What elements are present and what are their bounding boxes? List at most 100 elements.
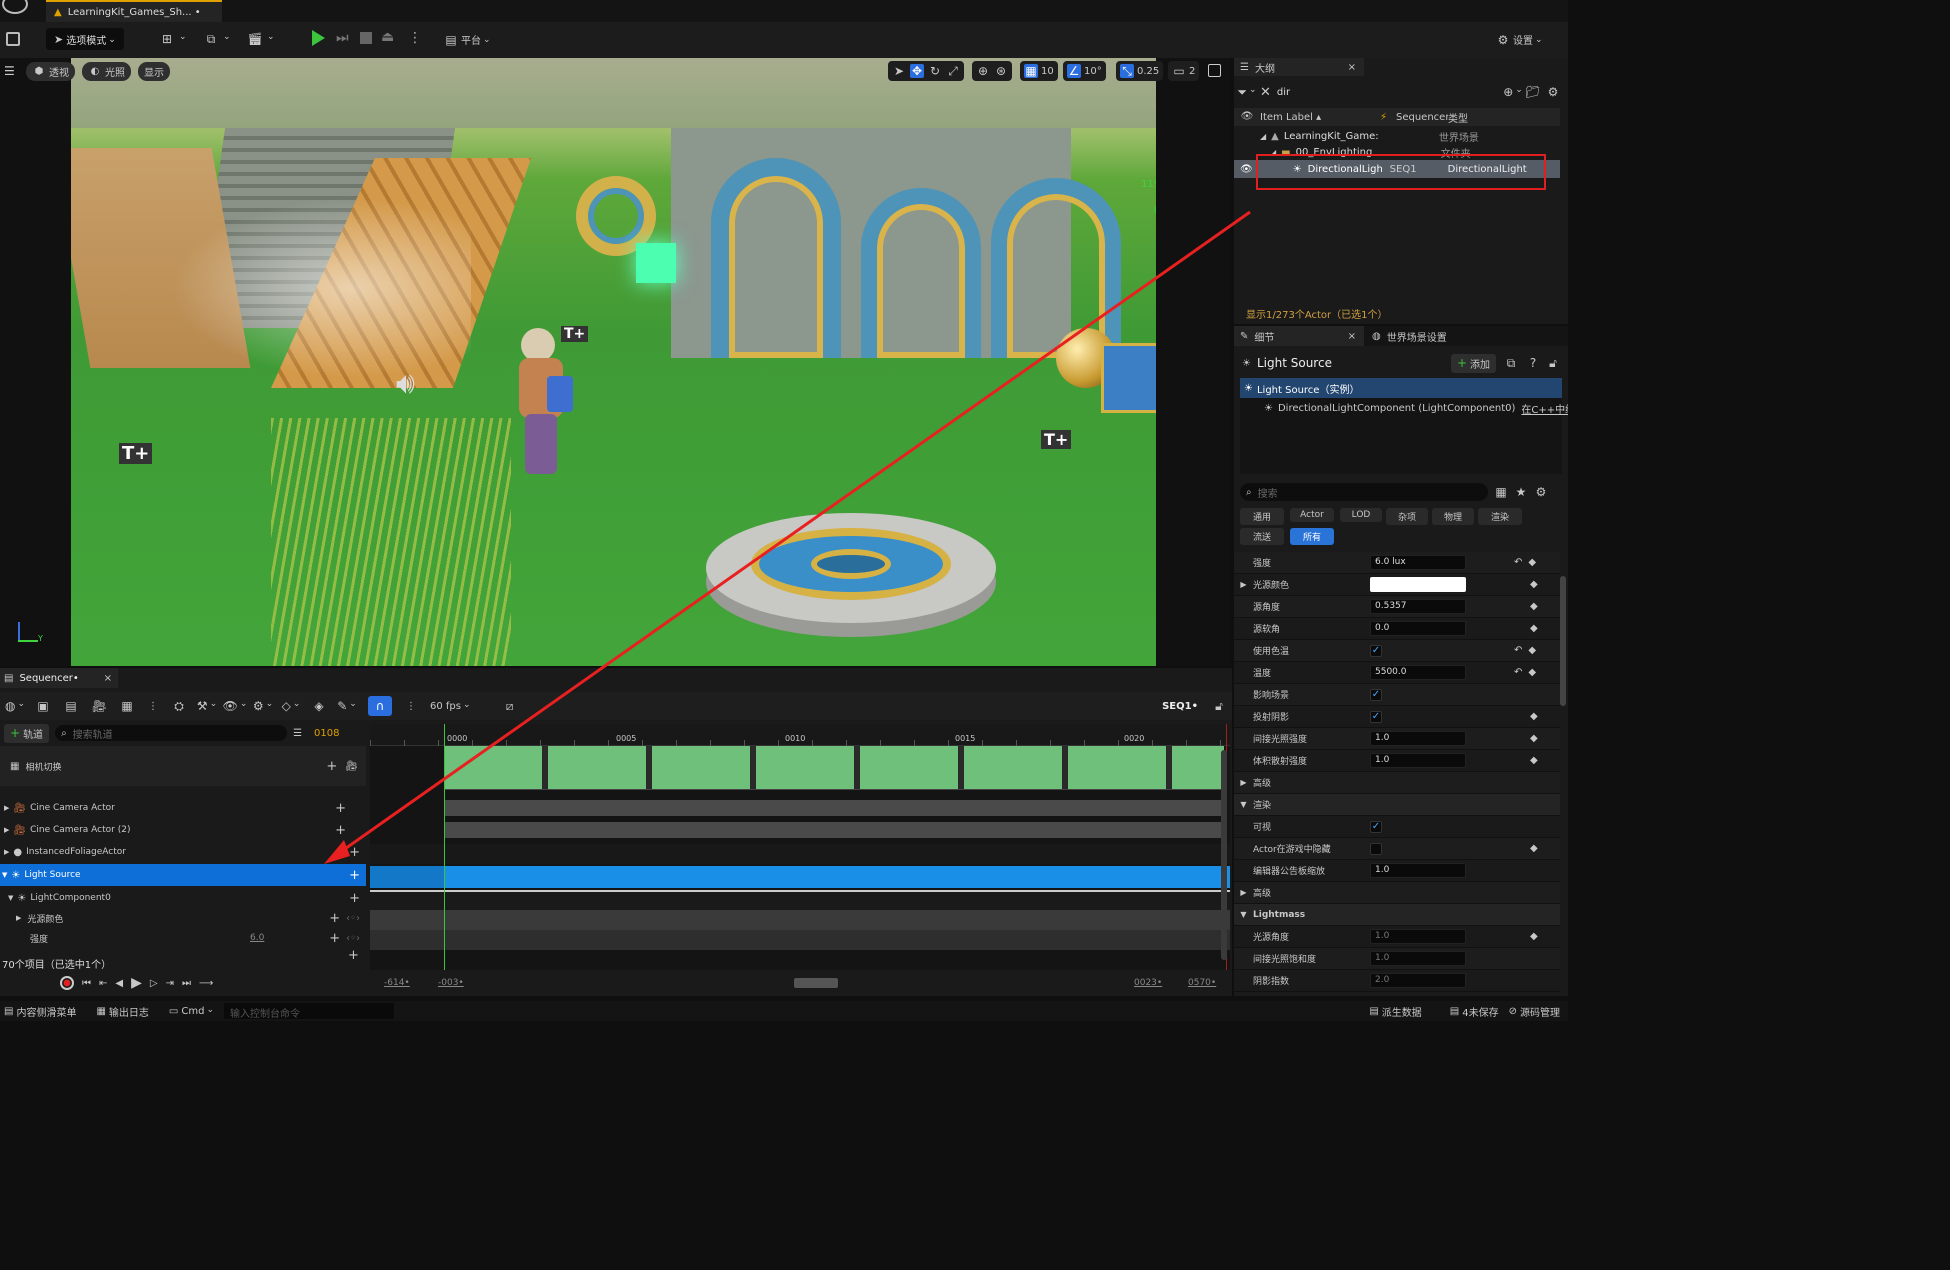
add-icon[interactable]: + [349,891,360,906]
keyframe-icon[interactable]: ◆ [1530,711,1538,722]
details-scrollbar[interactable] [1560,576,1566,706]
new-folder-icon[interactable]: 📁︎ [1525,85,1540,99]
clapper-icon[interactable]: ▦ [120,699,134,713]
reset-icon[interactable]: ↶ [1514,667,1522,678]
lm-saturation-input[interactable]: 1.0 [1370,951,1466,966]
keyframe-icon[interactable]: ◆ [1528,645,1536,656]
volumetric-input[interactable]: 1.0 [1370,753,1466,768]
more-icon[interactable]: ⋮ [148,701,158,712]
add-icon[interactable]: + [326,759,337,774]
range-end-view[interactable]: 0023• [1134,978,1162,988]
derived-data-button[interactable]: ▤ 派生数据 [1369,1004,1421,1019]
world-icon[interactable]: ◍ [5,699,22,713]
reset-icon[interactable]: ↶ [1514,557,1522,568]
level-tab[interactable]: ▲ LearningKit_Games_Sh... • [46,0,222,22]
angle-snap[interactable]: ∠ 10° [1063,61,1106,81]
tools-icon[interactable]: ⚒ [197,699,214,713]
eject-icon[interactable]: ⏏︎ [381,29,394,45]
range-start[interactable]: -614• [384,978,410,988]
key-nav-icon[interactable]: ‹◦› [346,913,360,924]
track-search-input[interactable]: ⌕ 搜索轨道 [55,725,288,741]
jump-end-icon[interactable]: ⏭︎ [182,978,191,989]
add-filter-icon[interactable]: ⊕ [1503,85,1520,99]
component-row[interactable]: ☀ DirectionalLightComponent (LightCompon… [1240,398,1568,418]
keyframe-icon[interactable]: ◆ [1530,623,1538,634]
filter-tab[interactable]: Actor [1290,508,1334,522]
camera-1-bar[interactable] [444,800,1222,816]
indirect-intensity-input[interactable]: 1.0 [1370,731,1466,746]
auto-key-icon[interactable]: ◈ [312,699,326,713]
key-nav-icon[interactable]: ‹◦› [346,933,360,944]
filter-tab[interactable]: 流送 [1240,528,1284,545]
add-track-button[interactable]: + 轨道 [4,723,50,743]
content-drawer-button[interactable]: ▤ 内容侧滑菜单 [4,1004,76,1019]
keyframe-icon[interactable]: ◆ [1528,667,1536,678]
track-foliage[interactable]: ▶ ● InstancedFoliageActor + [0,842,366,862]
actions-icon[interactable]: ⛭ [172,699,186,713]
add-icon[interactable]: + [349,845,360,860]
cinematics-button[interactable]: 🎬︎ [247,32,275,46]
loop-icon[interactable]: ⟶ [199,978,213,989]
surface-snap-icon[interactable]: ⊛ [994,64,1008,78]
jump-start-icon[interactable]: ⏮︎ [82,978,91,989]
show-button[interactable]: 显示 [138,62,170,81]
camera-cut-thumbnails[interactable] [444,746,1224,790]
cast-shadows-checkbox[interactable]: ✓ [1370,710,1382,723]
light-source-bar[interactable] [370,866,1230,888]
add-content-button[interactable]: ⊞ [160,32,187,46]
track-light-color[interactable]: ▶ 光源颜色 + ‹◦› [0,908,366,928]
blueprint-icon[interactable]: ⧉ [1504,356,1518,370]
mode-select[interactable]: ➤ 选项模式 [46,28,124,50]
filter-tab[interactable]: 渲染 [1478,508,1522,525]
details-search-input[interactable]: ⌕ 搜索 [1240,483,1488,501]
keyframe-icon[interactable]: ◆ [1530,733,1538,744]
range-end[interactable]: 0570• [1188,978,1216,988]
console-input[interactable]: 输入控制台命令 [223,1003,394,1020]
hidden-in-game-checkbox[interactable] [1370,842,1382,855]
add-icon[interactable]: + [329,931,340,946]
filter-tab[interactable]: 物理 [1432,508,1474,525]
help-icon[interactable]: ? [1526,356,1540,370]
viewport[interactable]: 🔊︎ T+ T+ T+ 119.98 FPS 8.34 ms ☰ ⬢ 透视 ◐ … [0,58,1230,666]
platform-button[interactable]: ▤ 平台 [444,32,491,48]
close-icon[interactable]: × [104,673,112,684]
fps-select[interactable]: 60 fps [430,701,471,712]
outliner-search-input[interactable]: dir [1277,87,1500,98]
maximize-viewport-icon[interactable] [1208,64,1221,77]
cpp-link[interactable]: 在C++中编! [1521,401,1568,416]
find-asset-icon[interactable]: ▤ [64,699,78,713]
filter-tab[interactable]: LOD [1340,508,1382,522]
reset-icon[interactable]: ↶ [1514,645,1522,656]
section-lightmass[interactable]: ▼ Lightmass [1234,904,1560,926]
track-light-component[interactable]: ▼ ☀ LightComponent0 + [0,888,366,908]
camera-speed[interactable]: ▭ 2 [1168,61,1200,81]
track-cine-camera-1[interactable]: ▶ 🎥︎ Cine Camera Actor + [0,798,366,818]
timeline-scrollbar[interactable] [1221,750,1227,960]
save-icon[interactable] [6,32,20,46]
scale-snap[interactable]: ⤡ 0.25 [1116,61,1164,81]
outliner-settings-icon[interactable]: ⚙ [1546,85,1560,99]
temperature-input[interactable]: 5500.0 [1370,665,1466,680]
grid-snap[interactable]: ▦ 10 [1020,61,1058,81]
lock-icon[interactable]: 🔓︎ [1212,699,1226,713]
col-item-label[interactable]: Item Label ▴ [1260,112,1380,123]
track-cine-camera-2[interactable]: ▶ 🎥︎ Cine Camera Actor (2) + [0,820,366,840]
rotate-tool-icon[interactable]: ↻ [928,64,942,78]
save-sequence-icon[interactable]: ▣ [36,699,50,713]
lm-light-angle-input[interactable]: 1.0 [1370,929,1466,944]
clear-search-icon[interactable]: ✕ [1260,85,1271,100]
world-local-icon[interactable]: ⊕ [976,64,990,78]
output-log-button[interactable]: ▦ 输出日志 [96,1004,148,1019]
keyframe-icon[interactable]: ◆ [1530,579,1538,590]
timeline-area[interactable]: 0000 0005 0010 0015 0020 [370,724,1230,970]
track-light-source[interactable]: ▼ ☀ Light Source + [0,864,366,886]
edit-icon[interactable]: ✎ [337,699,354,713]
filter-icon[interactable]: ☰ [293,728,302,739]
move-tool-icon[interactable]: ✥ [910,64,924,78]
lm-shadow-exponent-input[interactable]: 2.0 [1370,973,1466,988]
filter-tab[interactable]: 杂项 [1386,508,1428,525]
more-icon[interactable]: ⋮ [406,701,416,712]
add-icon[interactable]: + [335,823,346,838]
instance-row[interactable]: ☀ Light Source（实例） [1240,378,1562,398]
add-icon[interactable]: + [348,948,359,963]
